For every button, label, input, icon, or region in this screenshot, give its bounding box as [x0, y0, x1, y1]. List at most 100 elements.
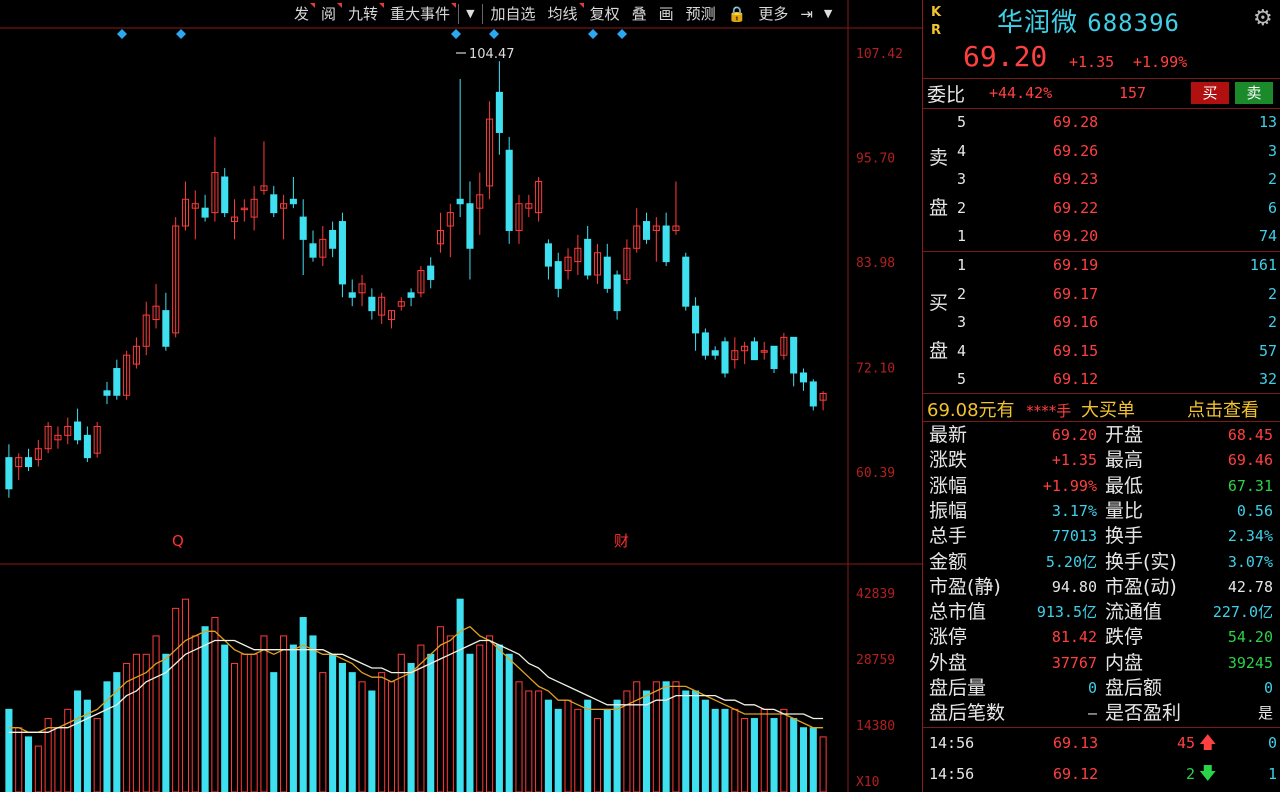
weibi-label: 委比 — [927, 84, 966, 106]
stat-item: 最低 67.31 — [1099, 474, 1277, 499]
divider — [923, 108, 1280, 109]
ask-row[interactable]: 5 69.28 13 — [923, 110, 1280, 134]
price-axis-label: 60.39 — [856, 466, 895, 481]
nine-turn-button[interactable]: 九转 — [342, 3, 385, 25]
volume-bar — [593, 718, 602, 792]
volume-bar — [211, 617, 219, 792]
more-button[interactable]: 更多 — [752, 3, 794, 25]
candle-body — [5, 457, 13, 490]
volume-bar — [584, 699, 592, 792]
volume-bar — [24, 736, 33, 792]
candle-body — [790, 336, 798, 374]
ask-row[interactable]: 4 69.26 3 — [923, 139, 1280, 163]
draw-button[interactable]: 画 — [653, 3, 680, 25]
stat-label: 涨停 — [929, 626, 968, 649]
big-order-view-link[interactable]: 点击查看 — [1187, 396, 1259, 422]
forecast-button[interactable]: 预测 — [680, 3, 722, 25]
volume-bar — [397, 653, 405, 792]
ma-button[interactable]: 均线 — [542, 3, 584, 25]
volume-bar — [633, 681, 641, 792]
volume-bar — [240, 653, 248, 792]
gear-icon[interactable]: ⚙ — [1253, 6, 1273, 31]
price-axis-label: 95.70 — [856, 151, 895, 166]
stat-item: 总手 77013 — [923, 524, 1101, 549]
change-percent: +1.99% — [1133, 53, 1188, 71]
bid-price: 69.16 — [1053, 313, 1099, 331]
volume-bar — [142, 653, 150, 792]
volume-bar — [652, 681, 660, 792]
volume-bar — [44, 718, 52, 792]
volume-bar — [123, 662, 131, 792]
major-events-button[interactable]: 重大事件 — [384, 3, 457, 25]
bid-level: 3 — [957, 313, 967, 331]
stat-label: 总市值 — [929, 601, 987, 624]
kr-label-r[interactable]: R — [931, 20, 941, 42]
candle-body — [544, 243, 552, 267]
toolbar-dropdown-button[interactable]: ▼ — [819, 3, 837, 25]
rights-adjust-button[interactable]: 复权 — [584, 3, 626, 25]
bid-volume: 57 — [1258, 341, 1277, 360]
stat-item: 市盈(静) 94.80 — [923, 575, 1101, 600]
expand-icon[interactable]: ⇥ — [794, 3, 819, 25]
stat-item: 盘后笔数 – — [923, 701, 1101, 726]
stat-item: 涨停 81.42 — [923, 625, 1101, 650]
candle-body — [682, 256, 690, 307]
lock-icon[interactable]: 🔒 — [722, 3, 753, 25]
bid-price: 69.19 — [1053, 256, 1099, 274]
stat-item: 振幅 3.17% — [923, 499, 1101, 524]
bid-level: 5 — [957, 370, 967, 388]
stat-label: 总手 — [929, 525, 968, 548]
stat-label: 盘后笔数 — [929, 702, 1006, 725]
volume-bar — [692, 690, 700, 792]
volume-bar — [152, 635, 160, 792]
bid-row[interactable]: 4 69.15 57 — [923, 339, 1280, 363]
stat-value: 227.0亿 — [1212, 603, 1273, 622]
candle-body — [799, 372, 808, 383]
bid-level: 4 — [957, 341, 967, 360]
candle-body — [162, 310, 170, 347]
volume-bar — [181, 598, 190, 792]
volume-bar — [799, 727, 808, 792]
volume-bar — [731, 708, 739, 792]
overlay-button[interactable]: 叠 — [626, 3, 653, 25]
volume-bar — [338, 662, 346, 792]
candle-body — [299, 216, 307, 240]
volume-bar — [5, 708, 13, 792]
read-button[interactable]: 阅 — [315, 3, 343, 25]
stat-value: 913.5亿 — [1036, 603, 1097, 622]
ask-volume: 2 — [1267, 170, 1277, 188]
buy-button[interactable]: 买 — [1191, 82, 1229, 104]
sell-button[interactable]: 卖 — [1235, 82, 1273, 104]
volume-bar — [535, 690, 543, 792]
stat-label: 振幅 — [929, 499, 968, 522]
ask-row[interactable]: 2 69.22 6 — [923, 196, 1280, 220]
candle-body — [329, 229, 337, 249]
stat-label: 市盈(静) — [929, 575, 1001, 598]
volume-axis-label: 14380 — [856, 719, 895, 734]
publish-button[interactable]: 发 — [288, 3, 316, 25]
big-order-banner[interactable]: 69.08元有 ****手 大买单 — [927, 396, 1135, 422]
volume-bar — [132, 653, 140, 792]
bid-row[interactable]: 5 69.12 32 — [923, 367, 1280, 391]
kline-chart[interactable]: 107.42 95.70 83.98 72.10 60.39 42839 28759 1438… — [0, 0, 922, 792]
candle-body — [662, 225, 670, 263]
stat-label: 最新 — [929, 424, 968, 446]
volume-bar — [603, 708, 611, 792]
ask-price: 69.22 — [1053, 198, 1099, 217]
candle-body — [113, 368, 121, 396]
sell-side-label-2: 盘 — [929, 197, 949, 219]
events-dropdown-button[interactable]: ▼ — [461, 3, 479, 25]
stock-code: 688396 — [1087, 9, 1180, 37]
kline-chart-area[interactable]: 107.42 95.70 83.98 72.10 60.39 42839 28759 1438… — [0, 0, 922, 792]
volume-bar — [358, 681, 366, 792]
add-watchlist-button[interactable]: 加自选 — [485, 3, 542, 25]
volume-bar — [34, 745, 42, 792]
bid-row[interactable]: 1 69.19 161 — [923, 253, 1280, 277]
ask-row[interactable]: 1 69.20 74 — [923, 224, 1280, 248]
ask-row[interactable]: 3 69.23 2 — [923, 167, 1280, 191]
bid-row[interactable]: 2 69.17 2 — [923, 282, 1280, 306]
volume-ma10-line — [8, 639, 824, 733]
stat-value: 0 — [1087, 679, 1097, 697]
bid-row[interactable]: 3 69.16 2 — [923, 310, 1280, 334]
big-order-type: 大买单 — [1081, 400, 1136, 421]
